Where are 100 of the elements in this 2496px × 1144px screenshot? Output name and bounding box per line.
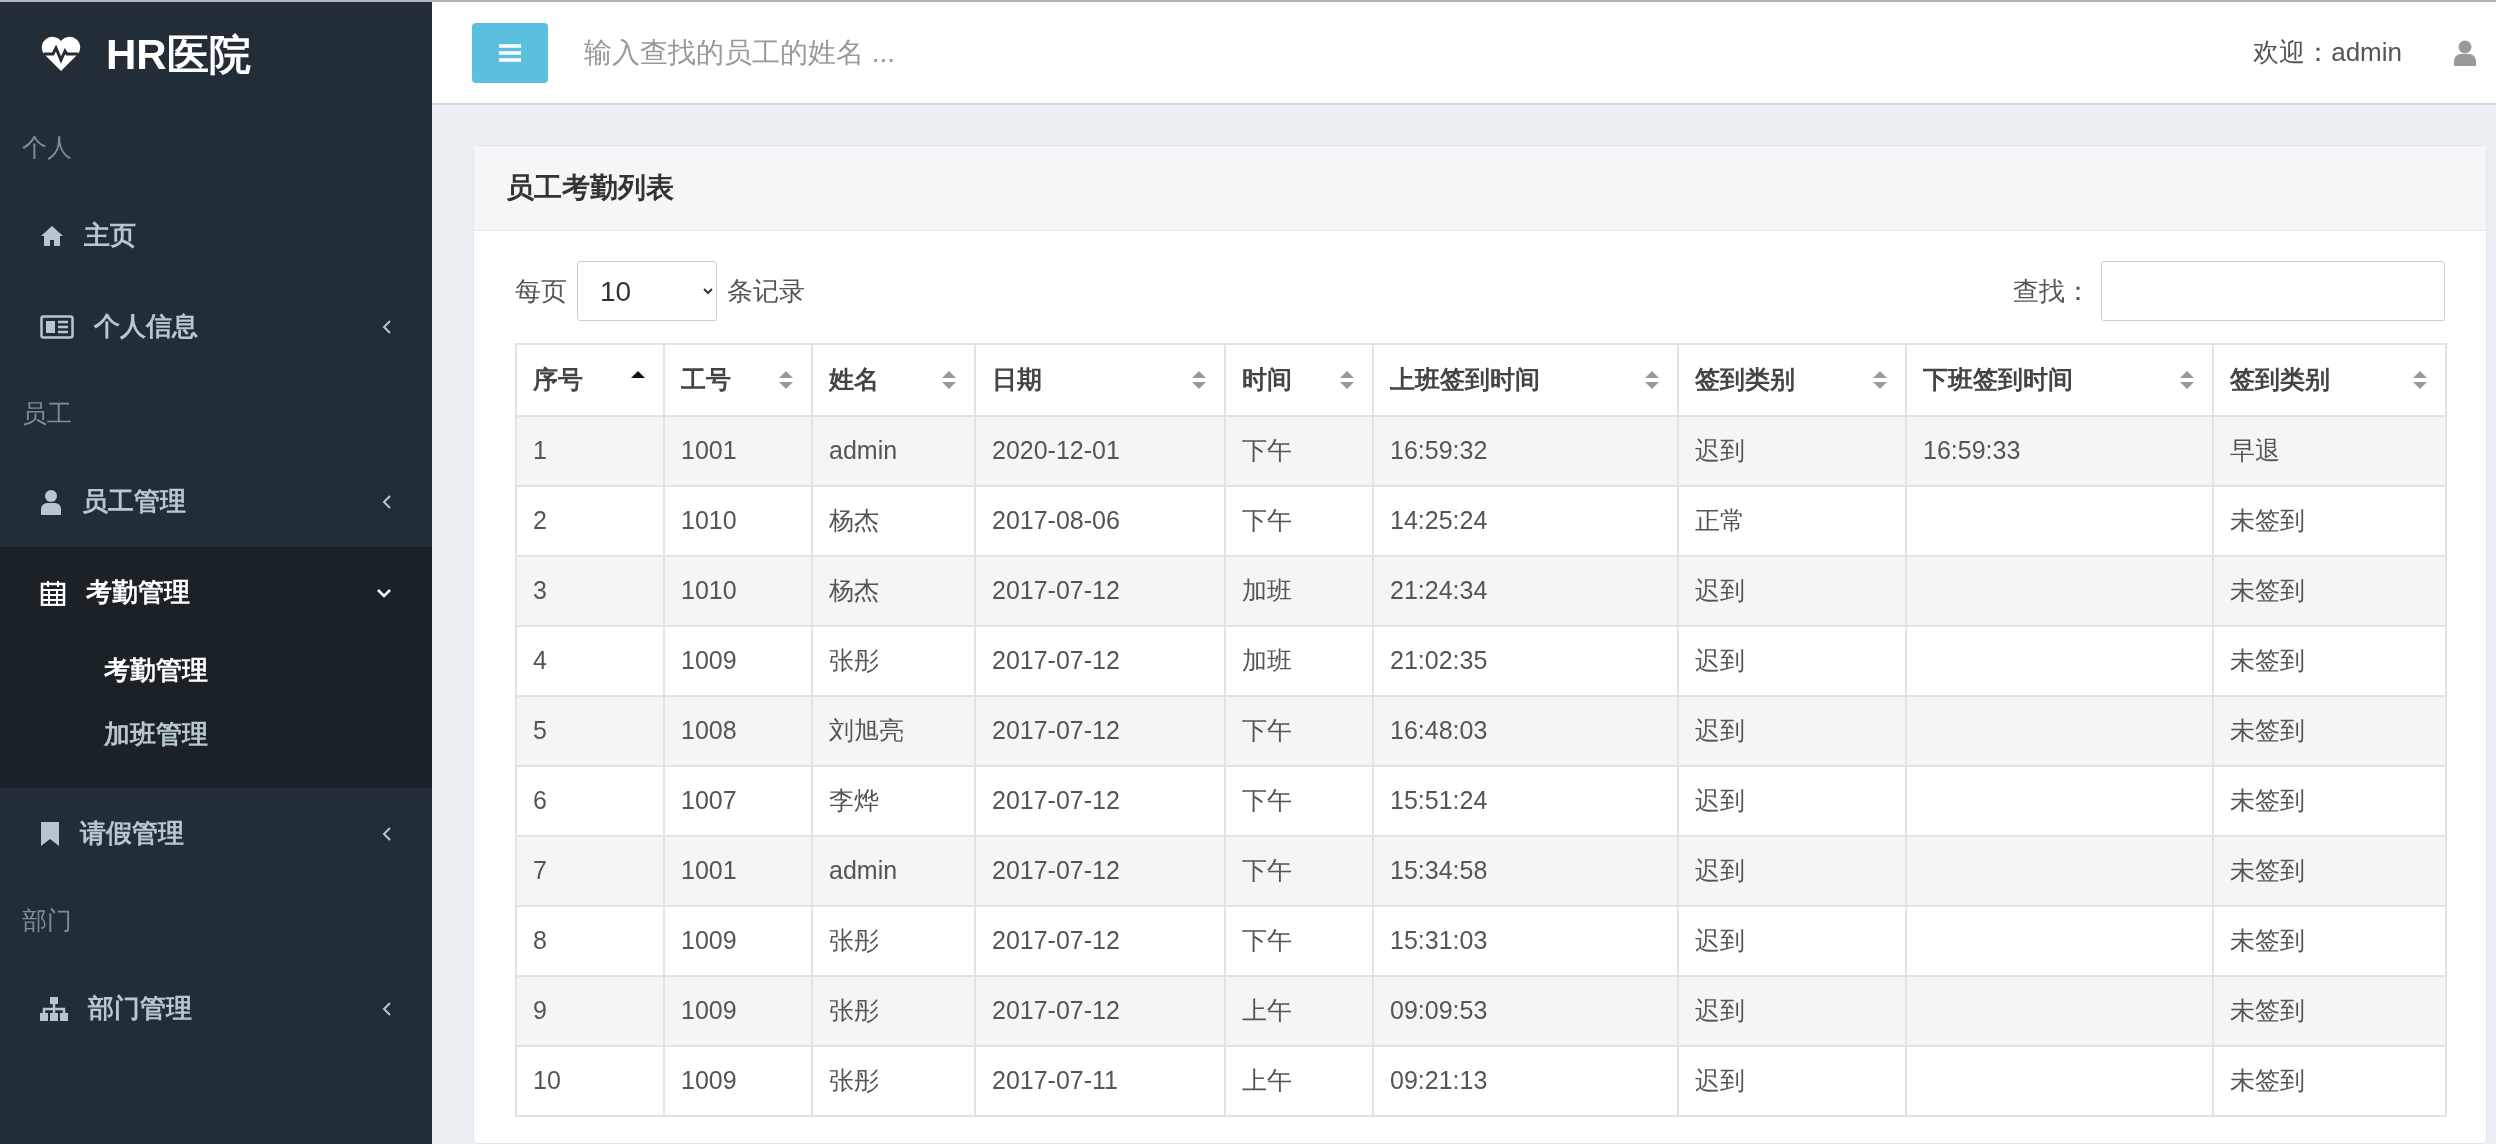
sort-icon[interactable] — [1643, 369, 1661, 391]
table-cell: 下午 — [1242, 506, 1292, 535]
table-cell: 李烨 — [829, 786, 879, 815]
table-cell: 1009 — [681, 646, 737, 675]
column-header[interactable]: 时间 — [1242, 361, 1292, 399]
table-cell: 10 — [533, 1066, 561, 1095]
user-icon[interactable] — [2454, 39, 2476, 66]
table-cell: 未签到 — [2230, 856, 2305, 885]
sort-icon[interactable] — [2411, 369, 2429, 391]
column-header[interactable]: 日期 — [992, 361, 1042, 399]
table-cell: 未签到 — [2230, 646, 2305, 675]
table-cell: 未签到 — [2230, 576, 2305, 605]
table-cell: 未签到 — [2230, 786, 2305, 815]
heart-icon — [40, 36, 82, 72]
table-cell: 未签到 — [2230, 996, 2305, 1025]
home-icon — [40, 224, 64, 247]
section-heading: 个人 — [21, 132, 73, 164]
table-cell: 1008 — [681, 716, 737, 745]
table-cell: 未签到 — [2230, 926, 2305, 955]
calendar-icon — [40, 579, 66, 606]
table-cell: 杨杰 — [829, 506, 879, 535]
table-cell: 迟到 — [1695, 856, 1745, 885]
welcome-text: 欢迎：admin — [2253, 36, 2402, 69]
page-size-select[interactable]: 10 — [577, 261, 717, 321]
table-cell: 2017-07-12 — [992, 786, 1120, 815]
section-heading: 部门 — [21, 905, 73, 937]
column-header[interactable]: 姓名 — [829, 361, 879, 399]
table-cell: 1007 — [681, 786, 737, 815]
table-cell: 1 — [533, 436, 547, 465]
table-cell: 正常 — [1695, 506, 1745, 535]
table-cell: 7 — [533, 856, 547, 885]
nav-item[interactable]: 部门管理 — [0, 963, 432, 1054]
table-cell: 2020-12-01 — [992, 436, 1120, 465]
nav-item[interactable]: 个人信息 — [0, 281, 432, 372]
search-field[interactable] — [2101, 261, 2445, 321]
table-cell: 15:34:58 — [1390, 856, 1488, 885]
submenu-item[interactable]: 加班管理 — [0, 702, 432, 766]
sitemap-icon — [40, 996, 68, 1021]
table-cell: 上午 — [1242, 1066, 1292, 1095]
table-cell: 1010 — [681, 576, 737, 605]
table-cell: 5 — [533, 716, 547, 745]
nav-item[interactable]: 员工管理 — [0, 456, 432, 547]
menu-icon — [499, 43, 521, 62]
column-header[interactable]: 工号 — [681, 361, 731, 399]
table-cell: 迟到 — [1695, 576, 1745, 605]
menu-button[interactable] — [472, 22, 548, 83]
nav-item[interactable]: 主页 — [0, 190, 432, 281]
table-cell: 09:09:53 — [1390, 996, 1488, 1025]
table-cell: 迟到 — [1695, 436, 1745, 465]
table-cell: 21:24:34 — [1390, 576, 1488, 605]
table-cell: 杨杰 — [829, 576, 879, 605]
table-cell: 加班 — [1242, 576, 1292, 605]
table-cell: 未签到 — [2230, 1066, 2305, 1095]
table-cell: 迟到 — [1695, 646, 1745, 675]
table-cell: 下午 — [1242, 856, 1292, 885]
table-cell: 迟到 — [1695, 926, 1745, 955]
table-cell: 9 — [533, 996, 547, 1025]
search-label: 查找： — [2013, 274, 2091, 308]
section-heading: 员工 — [21, 398, 73, 430]
sort-icon[interactable] — [777, 369, 795, 391]
table-cell: 16:59:33 — [1923, 436, 2021, 465]
table-cell: 2017-07-12 — [992, 716, 1120, 745]
column-header[interactable]: 序号 — [533, 361, 583, 399]
table-cell: 2017-08-06 — [992, 506, 1120, 535]
table-cell: 加班 — [1242, 646, 1292, 675]
table-cell: 3 — [533, 576, 547, 605]
sort-icon[interactable] — [940, 369, 958, 391]
table-cell: 2017-07-11 — [992, 1066, 1119, 1095]
submenu-item[interactable]: 考勤管理 — [0, 638, 432, 702]
user-icon — [40, 488, 62, 515]
table-cell: 6 — [533, 786, 547, 815]
table-cell: 张彤 — [829, 926, 879, 955]
table-cell: 2017-07-12 — [992, 926, 1120, 955]
table-cell: 15:51:24 — [1390, 786, 1488, 815]
table-cell: 1001 — [681, 436, 737, 465]
table-cell: 2017-07-12 — [992, 996, 1120, 1025]
page-size-label: 条记录 — [727, 274, 805, 308]
sort-icon[interactable] — [1338, 369, 1356, 391]
page-size-label: 每页 — [515, 274, 567, 308]
table-cell: 16:59:32 — [1390, 436, 1488, 465]
table-cell: 张彤 — [829, 646, 879, 675]
nav-item[interactable]: 请假管理 — [0, 788, 432, 879]
search-field[interactable]: 输入查找的员工的姓名 ... — [582, 30, 1482, 75]
table-cell: 迟到 — [1695, 716, 1745, 745]
table-cell: 未签到 — [2230, 716, 2305, 745]
table-cell: 刘旭亮 — [829, 716, 904, 745]
id-card-icon — [40, 314, 74, 339]
table-cell: 8 — [533, 926, 547, 955]
table-cell: 1009 — [681, 996, 737, 1025]
table-cell: 1009 — [681, 926, 737, 955]
table-cell: 2017-07-12 — [992, 856, 1120, 885]
app-logo-text: HR医院 — [106, 29, 251, 80]
table-cell: 2 — [533, 506, 547, 535]
table-cell: 上午 — [1242, 996, 1292, 1025]
sort-icon[interactable] — [1190, 369, 1208, 391]
sort-icon[interactable] — [2178, 369, 2196, 391]
sort-icon[interactable] — [1871, 369, 1889, 391]
table-cell: 1001 — [681, 856, 737, 885]
nav-item[interactable]: 考勤管理 — [0, 547, 432, 638]
bookmark-icon — [40, 821, 60, 846]
